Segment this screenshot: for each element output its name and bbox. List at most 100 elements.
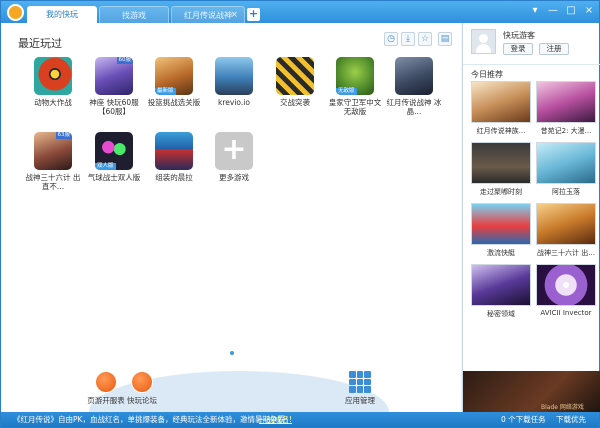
game-label: 更多游戏: [219, 173, 249, 182]
close-icon[interactable]: ×: [581, 4, 597, 18]
favorite-button[interactable]: ☆: [418, 32, 432, 46]
game-icon: [215, 57, 253, 95]
game-tile[interactable]: 动物大作战: [25, 57, 81, 107]
version-badge: 最新版: [155, 88, 176, 95]
recommend-item[interactable]: 红月传说神族...: [471, 81, 531, 136]
status-bar: 《红月传说》自由PK，血战红名，单挑爆装备，经典玩法全新体验，邀情暑期争霸！ 一…: [1, 412, 599, 427]
game-tile[interactable]: 最新版 投篮挑战选关版: [146, 57, 202, 107]
recommend-title: 今日推荐: [471, 70, 503, 79]
recommend-item[interactable]: AVICII Invector: [536, 264, 596, 317]
download-tasks[interactable]: 0 个下载任务: [501, 412, 546, 427]
recommend-item[interactable]: 秘密领域: [471, 264, 531, 319]
recommend-item[interactable]: 战神三十六计 出...: [536, 203, 596, 258]
recommend-label: 阿拉玉落: [552, 188, 580, 196]
delete-button[interactable]: ▤: [438, 32, 452, 46]
forum-button[interactable]: 快玩论坛: [117, 371, 167, 406]
game-label: 投篮挑战选关版: [147, 98, 201, 107]
recommend-image: [536, 81, 596, 123]
game-icon: 最新版: [155, 57, 193, 95]
plus-icon: +: [215, 132, 253, 170]
game-tile[interactable]: 60服 神座 快玩60服【60服】: [86, 57, 142, 116]
page-indicator[interactable]: [230, 351, 234, 355]
server-list-icon: [95, 371, 117, 393]
new-tab-button[interactable]: +: [247, 8, 260, 21]
recommend-label: 走过聚嘟时刻: [480, 188, 522, 196]
game-label: 气球战士双人版: [87, 173, 141, 182]
tab-my-games[interactable]: 我的快玩: [27, 6, 97, 23]
main-panel: 最近玩过 ◷ ⤓ ☆ ▤ 动物大作战 60服 神座 快玩60服【60服】 最新版: [1, 23, 461, 412]
recommend-label: AVICII Invector: [540, 309, 592, 317]
recommend-item[interactable]: 走过聚嘟时刻: [471, 142, 531, 197]
game-label: 神座 快玩60服【60服】: [89, 98, 139, 116]
recommend-image: [536, 264, 596, 306]
game-label: 红月传说战神 冰晶...: [386, 98, 442, 116]
register-button[interactable]: 注册: [539, 43, 569, 55]
game-tile[interactable]: 组装的晨拉: [146, 132, 202, 182]
history-button[interactable]: ◷: [384, 32, 398, 46]
username: 快玩游客: [503, 31, 535, 40]
news-link[interactable]: 一战成名!: [259, 412, 292, 427]
recommend-image: [471, 203, 531, 245]
tab-label: 红月传说战神: [184, 11, 232, 20]
recommend-image: [536, 203, 596, 245]
game-icon: [34, 57, 72, 95]
recommend-item[interactable]: 昔苑记2: 大漫...: [536, 81, 596, 136]
clock-icon: ◷: [387, 34, 395, 44]
game-icon: [155, 132, 193, 170]
news-ticker[interactable]: 《红月传说》自由PK，血战红名，单挑爆装备，经典玩法全新体验，邀情暑期争霸！: [13, 412, 292, 427]
maximize-icon[interactable]: □: [563, 4, 579, 18]
server-tag: 63服: [55, 132, 72, 139]
sidebar: 快玩游客 登录 注册 今日推荐 红月传说神族... 昔苑记2: 大漫... 走过…: [462, 23, 600, 412]
recommend-image: [471, 142, 531, 184]
game-tile[interactable]: 红月传说战神 冰晶...: [386, 57, 442, 116]
game-label: 交战突袭: [280, 98, 310, 107]
download-priority[interactable]: 下载优先: [556, 412, 586, 427]
forum-icon: [131, 371, 153, 393]
game-tile[interactable]: 双人版 气球战士双人版: [86, 132, 142, 182]
trash-icon: ▤: [440, 34, 450, 44]
download-button[interactable]: ⤓: [401, 32, 415, 46]
avatar[interactable]: [471, 29, 496, 54]
tab-label: 我的快玩: [46, 10, 78, 19]
recommend-label: 红月传说神族...: [476, 127, 526, 135]
ad-text: Blade 网络游戏: [541, 404, 584, 411]
game-icon: [276, 57, 314, 95]
recommend-item[interactable]: 激流快艇: [471, 203, 531, 258]
tab-label: 找游戏: [122, 11, 146, 20]
login-button[interactable]: 登录: [503, 43, 533, 55]
tab-close-icon[interactable]: ×: [230, 7, 238, 24]
version-badge: 双人版: [95, 163, 116, 170]
bottom-toolbar: 页游开服表 快玩论坛 应用管理: [1, 371, 461, 412]
recommend-image: [471, 264, 531, 306]
recommend-label: 战神三十六计 出...: [537, 249, 595, 257]
star-icon: ☆: [420, 34, 430, 44]
tool-label: 应用管理: [345, 396, 375, 405]
game-icon: 60服: [95, 57, 133, 95]
more-games-tile[interactable]: + 更多游戏: [206, 132, 262, 182]
minimize-icon[interactable]: —: [545, 4, 561, 18]
ad-banner[interactable]: Blade 网络游戏: [463, 371, 600, 412]
title-bar: 我的快玩 找游戏 红月传说战神 × + ▾ — □ ×: [1, 1, 599, 23]
recommend-image: [536, 142, 596, 184]
recommend-item[interactable]: 阿拉玉落: [536, 142, 596, 197]
grid-icon: [349, 371, 371, 393]
app-manage-button[interactable]: 应用管理: [335, 371, 385, 406]
menu-dropdown-icon[interactable]: ▾: [527, 4, 543, 18]
tool-label: 快玩论坛: [127, 396, 157, 405]
game-icon: 63服: [34, 132, 72, 170]
game-icon: 无敌版: [336, 57, 374, 95]
game-label: 动物大作战: [34, 98, 72, 107]
section-title: 最近玩过: [18, 37, 62, 50]
server-tag: 60服: [116, 57, 133, 64]
game-label: 战神三十六计 出直不...: [25, 173, 81, 191]
tab-find-games[interactable]: 找游戏: [99, 6, 169, 23]
game-tile[interactable]: krevio.io: [206, 57, 262, 107]
recommend-label: 激流快艇: [487, 249, 515, 257]
game-tile[interactable]: 无敌版 皇家守卫军中文无敌版: [327, 57, 383, 116]
recommend-label: 秘密领域: [487, 310, 515, 318]
game-tile[interactable]: 交战突袭: [267, 57, 323, 107]
game-icon: [395, 57, 433, 95]
tab-game-red-moon[interactable]: 红月传说战神 ×: [171, 6, 245, 23]
game-tile[interactable]: 63服 战神三十六计 出直不...: [25, 132, 81, 191]
app-window: 我的快玩 找游戏 红月传说战神 × + ▾ — □ × 最近玩过 ◷ ⤓ ☆ ▤…: [0, 0, 600, 428]
